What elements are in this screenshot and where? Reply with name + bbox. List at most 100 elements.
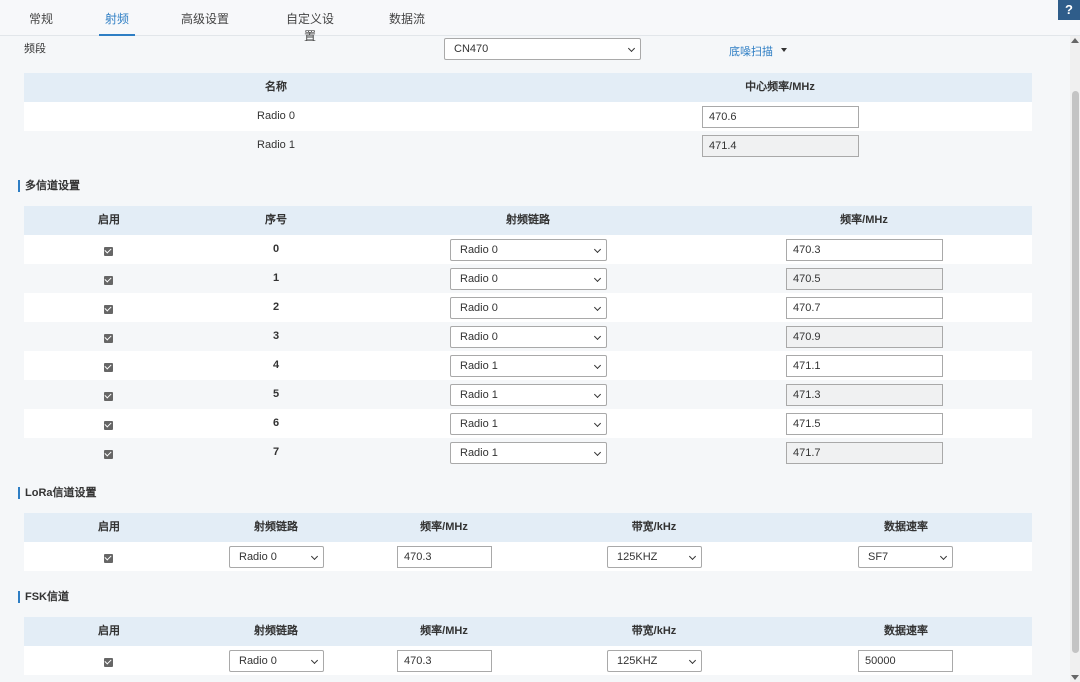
data-rate-select[interactable]: SF7 <box>858 546 953 568</box>
chevron-down-icon <box>310 552 319 561</box>
chevron-down-icon <box>688 656 697 665</box>
freq-input[interactable]: 470.3 <box>397 650 492 672</box>
enable-checkbox[interactable] <box>104 421 113 430</box>
band-label: 频段 <box>24 43 46 55</box>
header-bandwidth: 带宽/kHz <box>631 625 677 637</box>
select-value: 125KHZ <box>617 551 658 563</box>
tab-custom[interactable]: 自定义设置 <box>281 10 339 43</box>
select-value: Radio 1 <box>460 389 498 401</box>
freq-input[interactable]: 470.3 <box>397 546 492 568</box>
channel-index: 2 <box>272 301 280 313</box>
help-button[interactable]: ? <box>1058 0 1080 20</box>
noise-scan-link[interactable]: 底噪扫描 <box>729 43 773 59</box>
freq-input[interactable]: 470.3 <box>786 239 943 261</box>
center-freq-input[interactable]: 471.4 <box>702 135 859 157</box>
header-enable: 启用 <box>98 625 120 637</box>
bandwidth-select[interactable]: 125KHZ <box>607 546 702 568</box>
radio-name: Radio 1 <box>257 139 295 151</box>
rf-chain-select[interactable]: Radio 0 <box>450 268 607 290</box>
rf-chain-select[interactable]: Radio 1 <box>450 413 607 435</box>
rf-chain-select[interactable]: Radio 0 <box>229 650 324 672</box>
chevron-down-icon <box>593 274 602 283</box>
header-rf-chain: 射频链路 <box>506 214 550 226</box>
freq-input[interactable]: 470.9 <box>786 326 943 348</box>
channel-index: 7 <box>272 446 280 458</box>
freq-input[interactable]: 470.7 <box>786 297 943 319</box>
scroll-thumb[interactable] <box>1072 91 1079 653</box>
enable-checkbox[interactable] <box>104 554 113 563</box>
freq-input[interactable]: 471.5 <box>786 413 943 435</box>
select-value: Radio 0 <box>239 655 277 667</box>
freq-input[interactable]: 471.7 <box>786 442 943 464</box>
rf-chain-select[interactable]: Radio 0 <box>450 239 607 261</box>
select-value: Radio 0 <box>239 551 277 563</box>
band-select[interactable]: CN470 <box>444 38 641 60</box>
chevron-down-icon <box>593 332 602 341</box>
tab-advanced[interactable]: 高级设置 <box>181 10 229 36</box>
rf-chain-select[interactable]: Radio 1 <box>450 442 607 464</box>
select-value: Radio 1 <box>460 418 498 430</box>
enable-checkbox[interactable] <box>104 363 113 372</box>
multi-channel-header: 启用 序号 射频链路 频率/MHz <box>24 206 1032 235</box>
rf-chain-select[interactable]: Radio 1 <box>450 384 607 406</box>
chevron-down-icon <box>310 656 319 665</box>
chevron-down-icon <box>593 448 602 457</box>
chevron-down-icon <box>939 552 948 561</box>
chevron-down-icon <box>593 390 602 399</box>
header-freq: 频率/MHz <box>840 214 888 226</box>
center-freq-input[interactable]: 470.6 <box>702 106 859 128</box>
enable-checkbox[interactable] <box>104 247 113 256</box>
freq-input[interactable]: 470.5 <box>786 268 943 290</box>
header-name: 名称 <box>265 81 287 93</box>
rf-chain-select[interactable]: Radio 0 <box>450 297 607 319</box>
header-data-rate: 数据速率 <box>884 625 928 637</box>
enable-checkbox[interactable] <box>104 334 113 343</box>
multi-channel-title: 多信道设置 <box>18 180 80 192</box>
data-rate-input[interactable]: 50000 <box>858 650 953 672</box>
enable-checkbox[interactable] <box>104 276 113 285</box>
header-center-freq: 中心频率/MHz <box>745 81 815 93</box>
chevron-down-icon <box>593 361 602 370</box>
freq-input[interactable]: 471.3 <box>786 384 943 406</box>
header-bandwidth: 带宽/kHz <box>631 521 677 533</box>
fsk-channel-header: 启用 射频链路 频率/MHz 带宽/kHz 数据速率 <box>24 617 1032 646</box>
radio-table-header: 名称 中心频率/MHz <box>24 73 1032 102</box>
select-value: Radio 0 <box>460 244 498 256</box>
table-row: 0 Radio 0 470.3 <box>24 235 1032 264</box>
chevron-down-icon <box>593 419 602 428</box>
freq-input[interactable]: 471.1 <box>786 355 943 377</box>
tab-data-stream[interactable]: 数据流 <box>389 10 425 36</box>
scroll-down-icon[interactable] <box>1071 675 1079 680</box>
band-select-value: CN470 <box>454 43 489 55</box>
scrollbar[interactable] <box>1070 36 1080 682</box>
fsk-channel-title: FSK信道 <box>18 591 69 603</box>
channel-index: 3 <box>272 330 280 342</box>
caret-down-icon[interactable] <box>781 48 787 52</box>
select-value: Radio 1 <box>460 360 498 372</box>
lora-channel-header: 启用 射频链路 频率/MHz 带宽/kHz 数据速率 <box>24 513 1032 542</box>
header-data-rate: 数据速率 <box>884 521 928 533</box>
table-row: 2 Radio 0 470.7 <box>24 293 1032 322</box>
table-row: Radio 0 470.3 125KHZ 50000 <box>24 646 1032 675</box>
select-value: 125KHZ <box>617 655 658 667</box>
enable-checkbox[interactable] <box>104 450 113 459</box>
chevron-down-icon <box>627 44 636 53</box>
header-index: 序号 <box>265 214 287 226</box>
select-value: Radio 0 <box>460 331 498 343</box>
select-value: Radio 1 <box>460 447 498 459</box>
table-row: 6 Radio 1 471.5 <box>24 409 1032 438</box>
channel-index: 4 <box>272 359 280 371</box>
enable-checkbox[interactable] <box>104 392 113 401</box>
header-rf-chain: 射频链路 <box>254 521 298 533</box>
tab-general[interactable]: 常规 <box>29 10 53 36</box>
channel-index: 6 <box>272 417 280 429</box>
rf-chain-select[interactable]: Radio 1 <box>450 355 607 377</box>
tab-rf[interactable]: 射频 <box>99 10 135 36</box>
scroll-up-icon[interactable] <box>1071 38 1079 43</box>
channel-index: 5 <box>272 388 280 400</box>
bandwidth-select[interactable]: 125KHZ <box>607 650 702 672</box>
enable-checkbox[interactable] <box>104 658 113 667</box>
rf-chain-select[interactable]: Radio 0 <box>450 326 607 348</box>
rf-chain-select[interactable]: Radio 0 <box>229 546 324 568</box>
enable-checkbox[interactable] <box>104 305 113 314</box>
